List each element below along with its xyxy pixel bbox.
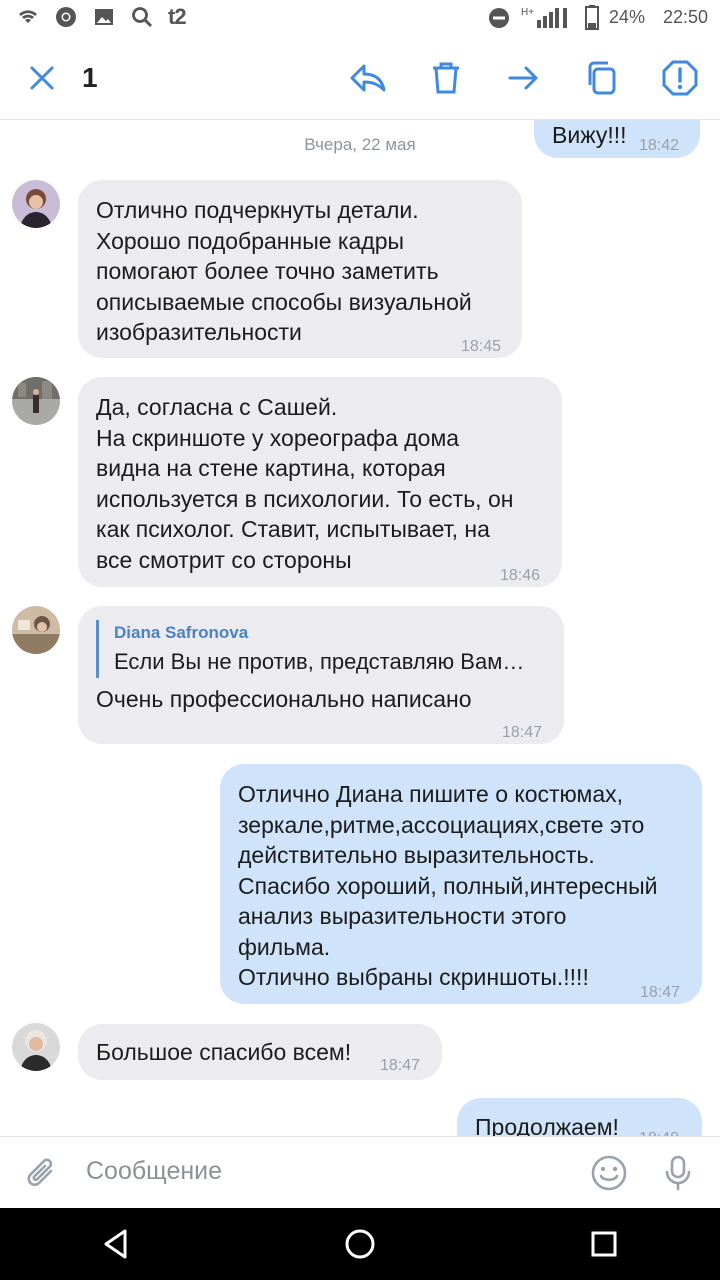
message-time: 18:47 xyxy=(380,1057,421,1074)
carrier-label: t2 xyxy=(168,4,187,29)
chrome-icon xyxy=(56,7,76,27)
avatar[interactable] xyxy=(12,180,60,228)
svg-text:H+: H+ xyxy=(521,7,534,18)
message-outgoing[interactable]: Продолжаем! 18:48 xyxy=(457,1098,702,1136)
message-text: Да, согласна с Сашей. На скриншоте у хор… xyxy=(96,394,514,573)
wifi-icon xyxy=(19,10,37,23)
message-incoming[interactable]: Отлично подчеркнуты детали. Хорошо подоб… xyxy=(78,180,522,358)
gallery-icon xyxy=(95,9,113,25)
message-time: 18:48 xyxy=(639,1124,679,1136)
dnd-icon xyxy=(488,8,509,28)
message-incoming[interactable]: Большое спасибо всем! 18:47 xyxy=(78,1024,442,1080)
report-icon xyxy=(662,60,698,96)
copy-button[interactable] xyxy=(580,56,624,100)
message-input[interactable]: Сообщение xyxy=(86,1157,222,1186)
reply-icon xyxy=(350,64,386,92)
screen: t2 H+ 24% 22:50 1 Вижу!!! 18:42 Вчера, 2… xyxy=(0,0,720,1280)
message-incoming[interactable]: Diana Safronova Если Вы не против, предс… xyxy=(78,606,564,744)
date-separator: Вчера, 22 мая xyxy=(304,135,416,154)
recents-icon xyxy=(591,1231,617,1257)
back-icon xyxy=(104,1229,127,1259)
message-time: 18:47 xyxy=(640,984,681,1001)
search-icon xyxy=(132,7,153,28)
message-list[interactable]: Вижу!!! 18:42 Вчера, 22 мая Отлично подч… xyxy=(0,120,720,1136)
home-icon xyxy=(345,1229,375,1259)
message-text: Продолжаем! xyxy=(475,1114,619,1136)
home-button[interactable] xyxy=(340,1224,380,1264)
attach-button[interactable] xyxy=(20,1151,64,1195)
selected-count: 1 xyxy=(82,62,98,93)
close-button[interactable] xyxy=(20,56,64,100)
reply-button[interactable] xyxy=(346,56,390,100)
recents-button[interactable] xyxy=(584,1224,624,1264)
mic-icon xyxy=(665,1155,691,1191)
message-incoming[interactable]: Да, согласна с Сашей. На скриншоте у хор… xyxy=(78,377,562,587)
signal-icon: H+ xyxy=(521,7,567,28)
message-text: Отлично Диана пишите о костюмах, зеркале… xyxy=(238,781,658,990)
avatar[interactable] xyxy=(12,606,60,654)
system-nav-bar xyxy=(0,1208,720,1280)
battery-icon xyxy=(584,5,599,30)
close-icon xyxy=(30,66,54,90)
report-button[interactable] xyxy=(658,56,702,100)
avatar[interactable] xyxy=(12,377,60,425)
forward-icon xyxy=(508,66,538,90)
message-time: 18:45 xyxy=(461,338,502,355)
reply-author: Diana Safronova xyxy=(114,623,249,642)
reply-quote[interactable]: Diana Safronova Если Вы не против, предс… xyxy=(96,620,524,678)
message-time: 18:47 xyxy=(502,724,543,741)
delete-icon xyxy=(433,62,459,94)
message-text: Отлично подчеркнуты детали. Хорошо подоб… xyxy=(96,197,472,345)
message-time: 18:46 xyxy=(500,567,541,584)
reply-text: Если Вы не против, представляю Вам… xyxy=(114,649,525,674)
voice-button[interactable] xyxy=(656,1151,700,1195)
avatar[interactable] xyxy=(12,1023,60,1071)
emoji-icon xyxy=(591,1155,627,1191)
attach-icon xyxy=(27,1158,53,1186)
battery-level: 24% xyxy=(608,6,645,27)
message-input-bar: Сообщение xyxy=(0,1136,720,1208)
selection-toolbar: 1 xyxy=(0,38,720,120)
message-text: Большое спасибо всем! xyxy=(96,1039,352,1065)
clock: 22:50 xyxy=(662,6,708,27)
delete-button[interactable] xyxy=(424,56,468,100)
forward-button[interactable] xyxy=(502,56,546,100)
status-bar: t2 H+ 24% 22:50 xyxy=(0,0,720,36)
message-text: Очень профессионально написано xyxy=(96,686,472,712)
back-button[interactable] xyxy=(96,1224,136,1264)
copy-icon xyxy=(588,61,616,95)
emoji-button[interactable] xyxy=(587,1151,631,1195)
message-outgoing[interactable]: Отлично Диана пишите о костюмах, зеркале… xyxy=(220,764,702,1004)
